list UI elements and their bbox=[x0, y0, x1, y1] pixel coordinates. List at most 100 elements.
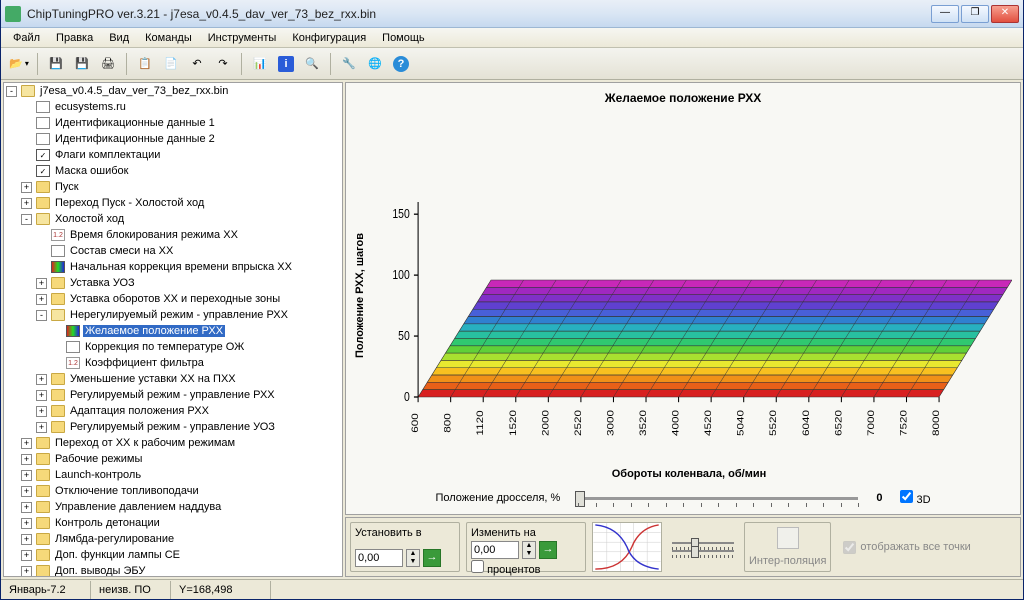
change-value-input[interactable] bbox=[471, 541, 519, 559]
help-button[interactable]: ? bbox=[389, 52, 413, 76]
svg-text:600: 600 bbox=[410, 413, 421, 433]
tree-item[interactable]: +Отключение топливоподачи bbox=[4, 483, 342, 499]
checkbox-3d-wrap[interactable]: 3D bbox=[900, 490, 930, 506]
close-button[interactable]: ✕ bbox=[991, 5, 1019, 23]
throttle-slider[interactable] bbox=[578, 497, 858, 500]
svg-text:7000: 7000 bbox=[866, 410, 877, 436]
menu-tools[interactable]: Инструменты bbox=[200, 30, 285, 46]
save-button[interactable]: 💾 bbox=[44, 52, 68, 76]
tree-item[interactable]: +Уменьшение уставки ХХ на ПХХ bbox=[4, 371, 342, 387]
info-button[interactable]: i bbox=[274, 52, 298, 76]
tree-item[interactable]: 1.2Коэффициент фильтра bbox=[4, 355, 342, 371]
set-apply-button[interactable]: → bbox=[423, 549, 441, 567]
svg-text:1520: 1520 bbox=[508, 410, 519, 436]
svg-text:0: 0 bbox=[404, 390, 410, 404]
chart-3d-surface[interactable]: 0501001506008001120152020002520300035204… bbox=[366, 111, 1012, 462]
minimize-button[interactable]: — bbox=[931, 5, 959, 23]
tree-item[interactable]: ✓Маска ошибок bbox=[4, 163, 342, 179]
tree-item[interactable]: Идентификационные данные 1 bbox=[4, 115, 342, 131]
chart-title: Желаемое положение РХХ bbox=[354, 91, 1012, 105]
svg-text:1120: 1120 bbox=[475, 410, 486, 435]
app-icon bbox=[5, 6, 21, 22]
tree-item[interactable]: +Переход Пуск - Холостой ход bbox=[4, 195, 342, 211]
tree-item[interactable]: +Регулируемый режим - управление УОЗ bbox=[4, 419, 342, 435]
globe-button[interactable]: 🌐 bbox=[363, 52, 387, 76]
menu-file[interactable]: Файл bbox=[5, 30, 48, 46]
status-y: Y=168,498 bbox=[171, 581, 271, 599]
tree-item[interactable]: +Адаптация положения РХХ bbox=[4, 403, 342, 419]
tree-item[interactable]: +Лямбда-регулирование bbox=[4, 531, 342, 547]
svg-text:800: 800 bbox=[443, 413, 454, 433]
tree-root[interactable]: -j7esa_v0.4.5_dav_ver_73_bez_rxx.bin bbox=[4, 83, 342, 99]
chart-xlabel: Обороты коленвала, об/мин bbox=[366, 468, 1012, 480]
chart-ylabel: Положение РХХ, шагов bbox=[354, 111, 366, 480]
tree-item[interactable]: Желаемое положение РХХ bbox=[4, 323, 342, 339]
svg-text:6520: 6520 bbox=[833, 410, 844, 436]
tree-item[interactable]: -Холостой ход bbox=[4, 211, 342, 227]
tree-item[interactable]: -Нерегулируемый режим - управление РХХ bbox=[4, 307, 342, 323]
tree-item[interactable]: ✓Флаги комплектации bbox=[4, 147, 342, 163]
tree-item[interactable]: +Контроль детонации bbox=[4, 515, 342, 531]
chart-area: Желаемое положение РХХ Положение РХХ, ша… bbox=[345, 82, 1021, 515]
toolbar: 📂▾ 💾 💾 🖨 📋 📄 ↶ ↷ 📊 i 🔍 🔧 🌐 ? bbox=[1, 48, 1023, 80]
interpolation-button[interactable]: Интер-поляция bbox=[744, 522, 831, 572]
tree-item[interactable]: +Регулируемый режим - управление РХХ bbox=[4, 387, 342, 403]
titlebar: ChipTuningPRO ver.3.21 - j7esa_v0.4.5_da… bbox=[1, 0, 1023, 28]
svg-text:8000: 8000 bbox=[931, 410, 942, 436]
change-spinner[interactable]: ▲▼ bbox=[522, 541, 536, 559]
undo-button[interactable]: ↶ bbox=[185, 52, 209, 76]
menu-view[interactable]: Вид bbox=[101, 30, 137, 46]
menu-config[interactable]: Конфигурация bbox=[284, 30, 374, 46]
tree-item[interactable]: +Пуск bbox=[4, 179, 342, 195]
change-label: Изменить на bbox=[471, 527, 581, 539]
maximize-button[interactable]: ❐ bbox=[961, 5, 989, 23]
svg-text:3520: 3520 bbox=[638, 410, 649, 436]
tree-item[interactable]: +Переход от ХХ к рабочим режимам bbox=[4, 435, 342, 451]
menubar: Файл Правка Вид Команды Инструменты Конф… bbox=[1, 28, 1023, 48]
copy-button[interactable]: 📋 bbox=[133, 52, 157, 76]
save-all-button[interactable]: 💾 bbox=[70, 52, 94, 76]
percent-checkbox[interactable]: процентов bbox=[471, 560, 581, 576]
svg-text:7520: 7520 bbox=[899, 410, 910, 436]
compare-button[interactable]: 📊 bbox=[248, 52, 272, 76]
svg-text:150: 150 bbox=[392, 207, 410, 221]
svg-text:5040: 5040 bbox=[736, 410, 747, 436]
tree-item[interactable]: 1.2Время блокирования режима ХХ bbox=[4, 227, 342, 243]
set-spinner[interactable]: ▲▼ bbox=[406, 549, 420, 567]
search-button[interactable]: 🔍 bbox=[300, 52, 324, 76]
tree-pane[interactable]: -j7esa_v0.4.5_dav_ver_73_bez_rxx.binecus… bbox=[3, 82, 343, 577]
set-value-input[interactable] bbox=[355, 549, 403, 567]
svg-text:3000: 3000 bbox=[605, 410, 616, 436]
open-button[interactable]: 📂▾ bbox=[7, 52, 31, 76]
menu-commands[interactable]: Команды bbox=[137, 30, 200, 46]
wrench-button[interactable]: 🔧 bbox=[337, 52, 361, 76]
mini-sliders[interactable] bbox=[668, 522, 738, 572]
tree-item[interactable]: Начальная коррекция времени впрыска ХХ bbox=[4, 259, 342, 275]
tree-item[interactable]: +Launch-контроль bbox=[4, 467, 342, 483]
svg-text:4000: 4000 bbox=[671, 410, 682, 436]
tree-item[interactable]: ecusystems.ru bbox=[4, 99, 342, 115]
statusbar: Январь-7.2 неизв. ПО Y=168,498 bbox=[1, 579, 1023, 599]
tree-item[interactable]: +Доп. выводы ЭБУ bbox=[4, 563, 342, 577]
tree-item[interactable]: +Рабочие режимы bbox=[4, 451, 342, 467]
redo-button[interactable]: ↷ bbox=[211, 52, 235, 76]
menu-help[interactable]: Помощь bbox=[374, 30, 433, 46]
paste-button[interactable]: 📄 bbox=[159, 52, 183, 76]
svg-text:2000: 2000 bbox=[540, 410, 551, 436]
tree-item[interactable]: +Уставка УОЗ bbox=[4, 275, 342, 291]
change-apply-button[interactable]: → bbox=[539, 541, 557, 559]
tree-item[interactable]: Идентификационные данные 2 bbox=[4, 131, 342, 147]
svg-text:4520: 4520 bbox=[703, 410, 714, 436]
tree-item[interactable]: +Уставка оборотов ХХ и переходные зоны bbox=[4, 291, 342, 307]
show-all-points-checkbox[interactable]: отображать все точки bbox=[837, 522, 976, 572]
tree-item[interactable]: +Управление давлением наддува bbox=[4, 499, 342, 515]
tree-item[interactable]: Коррекция по температуре ОЖ bbox=[4, 339, 342, 355]
slider-label: Положение дросселя, % bbox=[435, 492, 560, 504]
svg-text:100: 100 bbox=[392, 268, 410, 282]
menu-edit[interactable]: Правка bbox=[48, 30, 101, 46]
tree-item[interactable]: +Доп. функции лампы CE bbox=[4, 547, 342, 563]
status-firmware: неизв. ПО bbox=[91, 581, 171, 599]
tree-item[interactable]: Состав смеси на ХХ bbox=[4, 243, 342, 259]
window-title: ChipTuningPRO ver.3.21 - j7esa_v0.4.5_da… bbox=[27, 7, 931, 21]
print-button[interactable]: 🖨 bbox=[96, 52, 120, 76]
